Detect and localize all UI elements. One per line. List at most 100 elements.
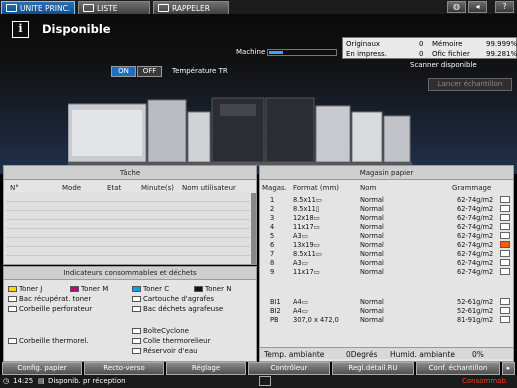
tray-level-indicator[interactable] bbox=[500, 196, 510, 203]
tray-num: 2 bbox=[270, 205, 275, 213]
conf-echantillon-button[interactable]: Conf. échantillon bbox=[416, 362, 500, 375]
job-list[interactable] bbox=[6, 193, 250, 264]
tray-nom: Normal bbox=[360, 214, 384, 222]
temp-ambiante-value: 0Degrés bbox=[346, 350, 378, 359]
tray-format: 8.5x11▯ bbox=[293, 205, 320, 213]
tray-nom: Normal bbox=[360, 196, 384, 204]
tray-format: A3▭ bbox=[293, 232, 308, 240]
tray-num: 1 bbox=[270, 196, 275, 204]
col-minutes: Minute(s) bbox=[141, 184, 175, 192]
col-nom: Nom bbox=[360, 184, 377, 192]
colle-thermorelieur: Colle thermorelieur bbox=[132, 337, 210, 345]
recto-verso-button[interactable]: Recto-verso bbox=[84, 362, 164, 375]
tray-nom: Normal bbox=[360, 316, 384, 324]
machine-progress-fill bbox=[269, 51, 283, 54]
printer-system-illustration bbox=[68, 97, 412, 166]
job-list-scrollbar[interactable] bbox=[251, 193, 256, 264]
originaux-label: Originaux bbox=[346, 40, 381, 48]
tray-format: 11x17▭ bbox=[293, 223, 320, 231]
temp-off-button[interactable]: OFF bbox=[137, 66, 162, 77]
tray-level-indicator[interactable] bbox=[500, 268, 510, 275]
tray-nom: Normal bbox=[360, 205, 384, 213]
help-button[interactable]: ? bbox=[495, 1, 514, 13]
tray-grammage: 62-74g/m2 bbox=[457, 259, 494, 267]
magasin-title: Magasin papier bbox=[260, 166, 513, 180]
tray-level-indicator[interactable] bbox=[500, 259, 510, 266]
tray-level-indicator[interactable] bbox=[500, 316, 510, 323]
config-papier-button[interactable]: Config. papier bbox=[2, 362, 82, 375]
printer-icon: ▤ bbox=[38, 377, 45, 385]
tray-nom: Normal bbox=[360, 250, 384, 258]
memoire-value: 99.999% bbox=[486, 40, 517, 48]
col-grammage: Grammage bbox=[452, 184, 492, 192]
tray-level-indicator[interactable] bbox=[500, 307, 510, 314]
col-format: Format (mm) bbox=[293, 184, 339, 192]
regl-detail-ru-button[interactable]: Regl.détail.RU bbox=[332, 362, 414, 375]
reglage-button[interactable]: Réglage bbox=[166, 362, 246, 375]
globe-icon[interactable]: ◍ bbox=[447, 1, 466, 13]
memoire-label: Mémoire bbox=[432, 40, 463, 48]
tray-num: PB bbox=[270, 316, 279, 324]
scanner-status: Scanner disponible bbox=[410, 61, 477, 69]
tray-grammage: 62-74g/m2 bbox=[457, 205, 494, 213]
machine-progress-bar bbox=[267, 49, 337, 56]
tray-nom: Normal bbox=[360, 259, 384, 267]
temp-ambiante-label: Temp. ambiante bbox=[264, 350, 325, 359]
ofichier-label: Ofic fichier bbox=[432, 50, 470, 58]
toner-n: Toner N bbox=[194, 285, 231, 293]
machine-icon bbox=[6, 4, 17, 12]
tray-level-indicator[interactable] bbox=[500, 223, 510, 230]
tray-num: BI2 bbox=[270, 307, 281, 315]
tray-format: 11x17▭ bbox=[293, 268, 320, 276]
corbeille-perforateur: Corbeille perforateur bbox=[8, 305, 92, 313]
controleur-button[interactable]: Contrôleur bbox=[248, 362, 330, 375]
toner-j: Toner J bbox=[8, 285, 42, 293]
tray-nom: Normal bbox=[360, 223, 384, 231]
next-arrow-button[interactable]: ▸ bbox=[502, 362, 515, 375]
speaker-icon[interactable]: ◂ bbox=[468, 1, 487, 13]
footer-consommab[interactable]: Consommab. bbox=[462, 377, 508, 385]
consommables-title: Indicateurs consommables et déchets bbox=[4, 267, 256, 280]
tab-label: UNITE PRINC. bbox=[20, 4, 71, 13]
keyboard-icon[interactable] bbox=[259, 376, 271, 386]
tray-level-indicator[interactable] bbox=[500, 241, 510, 248]
status-text: Disponible bbox=[42, 22, 111, 36]
footer-status: Disponib. pr réception bbox=[48, 377, 126, 385]
tab-unite-princ[interactable]: UNITE PRINC. bbox=[1, 1, 75, 14]
tray-format: 13x19▭ bbox=[293, 241, 320, 249]
lancer-echantillon-button[interactable]: Lancer échantillon bbox=[428, 78, 512, 91]
tray-num: BI1 bbox=[270, 298, 281, 306]
col-mode: Mode bbox=[62, 184, 82, 192]
tray-level-indicator[interactable] bbox=[500, 250, 510, 257]
ambient-bar: Temp. ambiante 0Degrés Humid. ambiante 0… bbox=[260, 347, 513, 359]
tab-label: RAPPELER bbox=[172, 4, 210, 13]
cartouche-agrafes: Cartouche d'agrafes bbox=[132, 295, 214, 303]
list-icon bbox=[83, 4, 94, 12]
toner-m: Toner M bbox=[70, 285, 108, 293]
tab-rappeler[interactable]: RAPPELER bbox=[153, 1, 229, 14]
info-icon: i bbox=[12, 21, 29, 38]
tray-level-indicator[interactable] bbox=[500, 298, 510, 305]
tray-level-indicator[interactable] bbox=[500, 232, 510, 239]
recall-icon bbox=[158, 4, 169, 12]
tray-level-indicator[interactable] bbox=[500, 205, 510, 212]
col-n: N° bbox=[10, 184, 19, 192]
clock-icon: ◷ bbox=[3, 377, 10, 385]
tray-nom: Normal bbox=[360, 307, 384, 315]
tray-level-indicator[interactable] bbox=[500, 214, 510, 221]
tray-num: 4 bbox=[270, 223, 275, 231]
tray-format: A3▭ bbox=[293, 259, 308, 267]
tab-liste-taches[interactable]: LISTE TÂCHES bbox=[78, 1, 150, 26]
corbeille-thermorel: Corbeille thermorel. bbox=[8, 337, 89, 345]
counters-panel: Originaux 0 Mémoire 99.999% En impress. … bbox=[342, 37, 517, 59]
boite-cyclone: BoîteCyclone bbox=[132, 327, 189, 335]
tray-nom: Normal bbox=[360, 241, 384, 249]
status-title: i Disponible bbox=[4, 18, 340, 40]
temp-on-button[interactable]: ON bbox=[111, 66, 136, 77]
bac-dechets-agrafeuse: Bac déchets agrafeuse bbox=[132, 305, 223, 313]
tray-grammage: 52-61g/m2 bbox=[457, 298, 494, 306]
tray-format: A4▭ bbox=[293, 298, 308, 306]
tache-title: Tâche bbox=[4, 166, 256, 180]
humid-ambiante-label: Humid. ambiante bbox=[390, 350, 455, 359]
en-impress-label: En impress. bbox=[346, 50, 387, 58]
